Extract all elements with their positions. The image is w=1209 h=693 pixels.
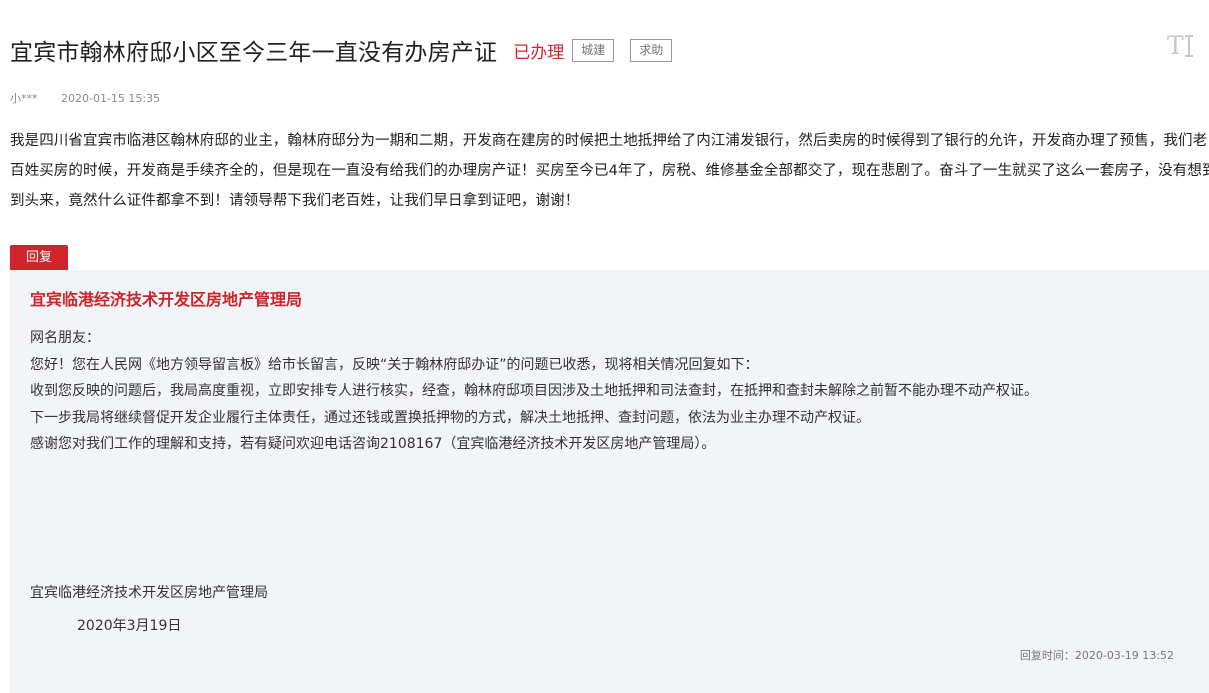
post-meta: 小*** 2020-01-15 15:35 (10, 90, 160, 106)
reply-tag: 回复 (10, 245, 68, 270)
reply-line: 收到您反映的问题后，我局高度重视，立即安排专人进行核实，经查，翰林府邸项目因涉及… (30, 383, 1038, 399)
author-name: 小*** (10, 92, 38, 105)
reply-line: 下一步我局将继续督促开发企业履行主体责任，通过还钱或置换抵押物的方式，解决土地抵… (30, 409, 870, 426)
question-content: 我是四川省宜宾市临港区翰林府邸的业主，翰林府邸分为一期和二期，开发商在建房的时候… (10, 133, 1209, 209)
font-size-icon[interactable]: T (1166, 30, 1198, 60)
reply-box: 宜宾临港经济技术开发区房地产管理局 网名朋友： 您好！您在人民网《地方领导留言板… (10, 270, 1209, 693)
status-badge: 已办理 (513, 42, 565, 63)
title-row: 宜宾市翰林府邸小区至今三年一直没有办房产证 已办理 城建 求助 (10, 30, 673, 70)
signature-organization: 宜宾临港经济技术开发区房地产管理局 (30, 585, 268, 601)
page-title: 宜宾市翰林府邸小区至今三年一直没有办房产证 (10, 40, 498, 66)
signature-date: 2020年3月19日 (77, 618, 182, 634)
reply-content: 网名朋友： 您好！您在人民网《地方领导留言板》给市长留言，反映“关于翰林府邸办证… (30, 325, 1200, 458)
reply-line: 感谢您对我们工作的理解和支持，若有疑问欢迎电话咨询2108167（宜宾临港经济技… (30, 436, 716, 452)
reply-line: 您好！您在人民网《地方领导留言板》给市长留言，反映“关于翰林府邸办证”的问题已收… (30, 356, 759, 373)
post-date: 2020-01-15 15:35 (61, 92, 161, 105)
tag-help[interactable]: 求助 (630, 38, 673, 62)
svg-text:T: T (1167, 31, 1184, 60)
reply-organization: 宜宾临港经济技术开发区房地产管理局 (30, 290, 303, 309)
reply-time: 回复时间：2020-03-19 13:52 (1019, 649, 1174, 662)
reply-line: 网名朋友： (30, 330, 100, 346)
tag-city-construction[interactable]: 城建 (572, 38, 615, 62)
message-detail-page: 宜宾市翰林府邸小区至今三年一直没有办房产证 已办理 城建 求助 T 小*** 2… (0, 0, 1209, 693)
